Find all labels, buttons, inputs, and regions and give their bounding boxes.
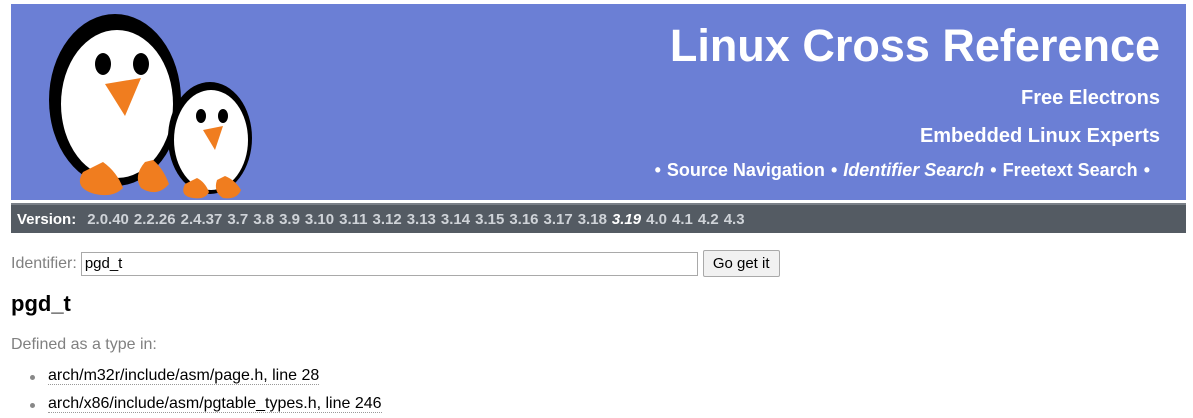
version-bar: Version: 2.0.40 2.2.26 2.4.37 3.7 3.8 3.9 3.10…	[11, 203, 1186, 233]
version-link-3-9[interactable]: 3.9	[279, 211, 300, 228]
definition-link[interactable]: arch/x86/include/asm/pgtable_types.h, li…	[48, 395, 382, 413]
top-navigation: • Source Navigation • Identifier Search …	[649, 160, 1156, 181]
penguins-logo	[49, 14, 252, 199]
defined-as-type-label: Defined as a type in:	[11, 336, 157, 353]
version-link-3-7[interactable]: 3.7	[227, 211, 248, 228]
site-header: Linux Cross Reference Free Electrons Emb…	[11, 4, 1186, 200]
nav-bullet: •	[654, 160, 661, 180]
site-subtitle-tagline: Embedded Linux Experts	[919, 125, 1160, 147]
version-link-4-0[interactable]: 4.0	[646, 211, 667, 228]
bullet-icon	[30, 403, 35, 408]
go-get-it-button[interactable]: Go get it	[702, 250, 780, 277]
version-link-4-3[interactable]: 4.3	[724, 211, 745, 228]
list-item: arch/x86/include/asm/pgtable_types.h, li…	[30, 390, 382, 418]
nav-link-freetext-search[interactable]: Freetext Search	[1003, 160, 1138, 181]
nav-bullet: •	[1143, 160, 1150, 180]
list-item: arch/m32r/include/asm/page.h, line 28	[30, 362, 382, 390]
nav-link-identifier-search[interactable]: Identifier Search	[843, 160, 984, 181]
definition-list: arch/m32r/include/asm/page.h, line 28 ar…	[30, 362, 382, 418]
version-link-3-19[interactable]: 3.19	[612, 211, 641, 228]
version-link-3-15[interactable]: 3.15	[475, 211, 504, 228]
version-list: 2.0.40 2.2.26 2.4.37 3.7 3.8 3.9 3.10 3.11 3.12 3…	[87, 211, 749, 228]
version-link-4-1[interactable]: 4.1	[672, 211, 693, 228]
version-link-3-16[interactable]: 3.16	[509, 211, 538, 228]
version-link-3-14[interactable]: 3.14	[441, 211, 470, 228]
version-link-2-2-26[interactable]: 2.2.26	[134, 211, 176, 228]
version-link-4-2[interactable]: 4.2	[698, 211, 719, 228]
definition-link[interactable]: arch/m32r/include/asm/page.h, line 28	[48, 367, 320, 385]
version-link-3-8[interactable]: 3.8	[253, 211, 274, 228]
version-link-3-13[interactable]: 3.13	[407, 211, 436, 228]
identifier-heading: pgd_t	[11, 291, 71, 316]
nav-link-source-navigation[interactable]: Source Navigation	[667, 160, 825, 181]
identifier-input[interactable]	[80, 251, 698, 276]
site-subtitle-company: Free Electrons	[1021, 87, 1160, 109]
identifier-label: Identifier:	[11, 254, 77, 272]
version-link-3-12[interactable]: 3.12	[373, 211, 402, 228]
identifier-search-form: Identifier: Go get it	[11, 250, 780, 277]
bullet-icon	[30, 375, 35, 380]
version-link-2-4-37[interactable]: 2.4.37	[181, 211, 223, 228]
nav-bullet: •	[830, 160, 838, 180]
version-link-3-10[interactable]: 3.10	[305, 211, 334, 228]
nav-bullet: •	[990, 160, 997, 180]
version-link-2-0-40[interactable]: 2.0.40	[87, 211, 129, 228]
version-link-3-11[interactable]: 3.11	[339, 211, 367, 228]
version-link-3-18[interactable]: 3.18	[578, 211, 607, 228]
version-label: Version:	[17, 210, 77, 228]
version-link-3-17[interactable]: 3.17	[544, 211, 573, 228]
site-title: Linux Cross Reference	[669, 20, 1160, 71]
